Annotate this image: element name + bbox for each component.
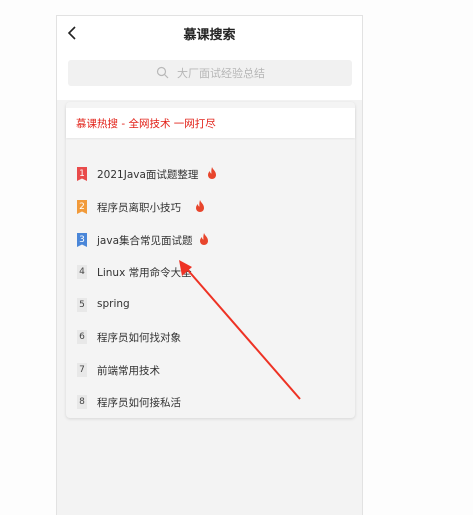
- search-area: 大厂面试经验总结: [57, 50, 362, 100]
- search-placeholder: 大厂面试经验总结: [177, 67, 265, 80]
- hot-search-item[interactable]: 1 2021Java面试题整理: [66, 162, 355, 186]
- hot-search-item[interactable]: 6 程序员如何找对象: [66, 325, 355, 349]
- search-icon: [156, 66, 169, 79]
- hot-search-card: 慕课热搜 - 全网技术 一网打尽 1 2021Java面试题整理 2 程序员离职小技巧…: [66, 102, 355, 418]
- hot-search-item-label: 程序员如何找对象: [97, 332, 181, 344]
- hot-search-item[interactable]: 7 前端常用技术: [66, 358, 355, 382]
- hot-search-item-label: 程序员如何接私活: [97, 397, 181, 409]
- fire-icon: [208, 167, 216, 179]
- hot-search-banner: 慕课热搜 - 全网技术 一网打尽: [66, 108, 355, 138]
- fire-icon: [200, 233, 208, 245]
- page-title: 慕课搜索: [183, 28, 236, 43]
- hot-search-item-label: java集合常见面试题: [97, 235, 193, 247]
- hot-search-item[interactable]: 4 Linux 常用命令大全: [66, 260, 355, 284]
- phone-frame: 慕课搜索 大厂面试经验总结 慕课热搜 - 全网技术 一网打尽 1 2021Java…: [56, 15, 363, 515]
- top-bar: 慕课搜索: [57, 16, 362, 50]
- hot-search-item[interactable]: 2 程序员离职小技巧: [66, 195, 355, 219]
- hot-search-item-label: 前端常用技术: [97, 365, 160, 377]
- rank-badge: 7: [77, 363, 87, 377]
- rank-badge: 4: [77, 265, 87, 279]
- hot-search-item-label: spring: [97, 298, 130, 310]
- rank-badge: 1: [77, 167, 87, 181]
- rank-badge: 2: [77, 200, 87, 214]
- fire-icon: [196, 200, 204, 212]
- rank-badge: 8: [77, 395, 87, 409]
- hot-search-item[interactable]: 5 spring: [66, 293, 355, 317]
- rank-badge: 3: [77, 233, 87, 247]
- hot-search-item[interactable]: 8 程序员如何接私活: [66, 390, 355, 414]
- rank-badge: 6: [77, 330, 87, 344]
- hot-search-item[interactable]: 3 java集合常见面试题: [66, 228, 355, 252]
- hot-search-banner-text: 慕课热搜 - 全网技术 一网打尽: [76, 118, 216, 130]
- rank-badge: 5: [77, 298, 87, 312]
- hot-search-item-label: 2021Java面试题整理: [97, 169, 199, 181]
- search-input[interactable]: 大厂面试经验总结: [68, 60, 352, 86]
- hot-search-item-label: Linux 常用命令大全: [97, 267, 192, 279]
- hot-search-item-label: 程序员离职小技巧: [97, 202, 181, 214]
